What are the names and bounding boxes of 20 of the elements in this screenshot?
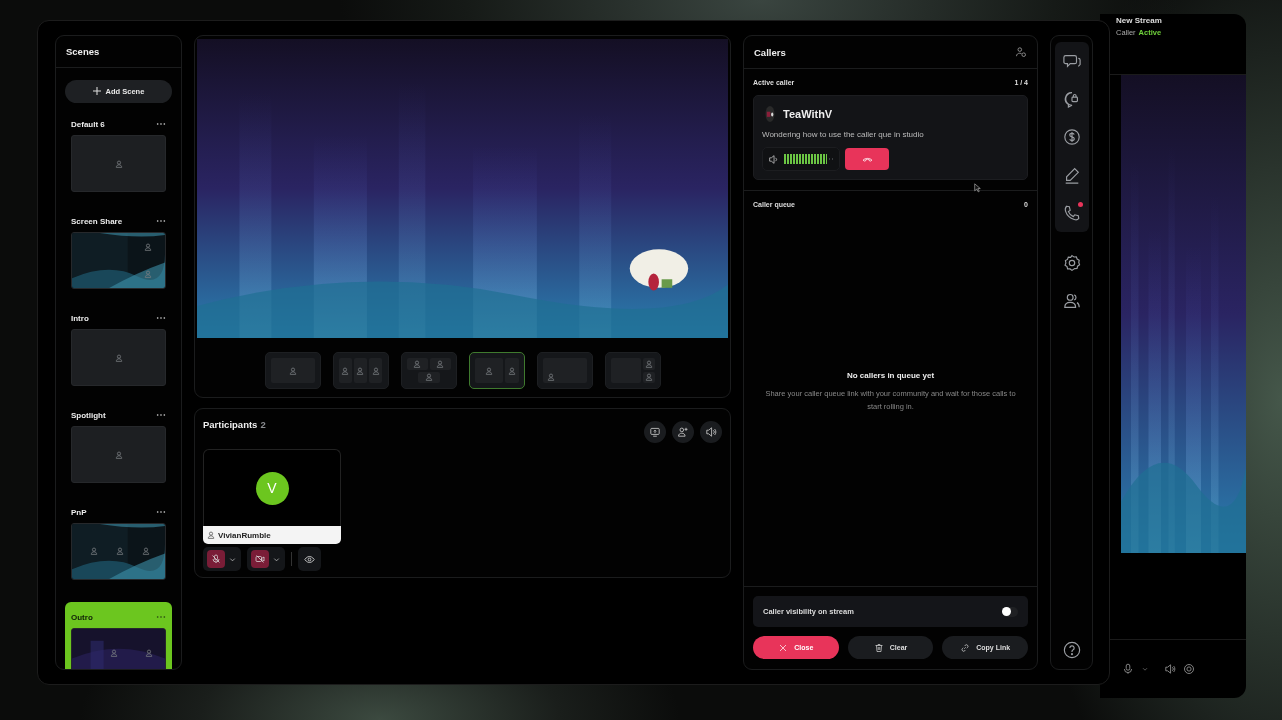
panel-title: Callers <box>754 46 786 58</box>
empty-state-title: No callers in queue yet <box>846 370 935 380</box>
scene-card[interactable]: Default 6 <box>65 117 172 197</box>
avatar: V <box>255 471 289 505</box>
scene-name: Screen Share <box>71 216 123 226</box>
scene-card[interactable]: Outro <box>65 602 172 669</box>
panel-title: Participants <box>203 419 258 430</box>
participant-count: 2 <box>260 419 266 430</box>
scene-name: Default 6 <box>71 119 105 129</box>
stream-title: New Stream <box>1116 16 1163 25</box>
scene-name: PnP <box>71 507 87 517</box>
scene-name: Outro <box>71 612 93 622</box>
scene-card[interactable]: Intro <box>65 311 172 391</box>
scene-name: Spotlight <box>71 410 106 420</box>
scene-name: Intro <box>71 313 89 323</box>
caller-name: TeaWithV <box>783 108 833 120</box>
participant-name: VivianRumble <box>203 526 341 544</box>
caller-message: Wondering how to use the caller que in studio <box>762 130 925 139</box>
scene-card[interactable]: Spotlight <box>65 408 172 488</box>
panel-title: Scenes <box>66 45 100 57</box>
